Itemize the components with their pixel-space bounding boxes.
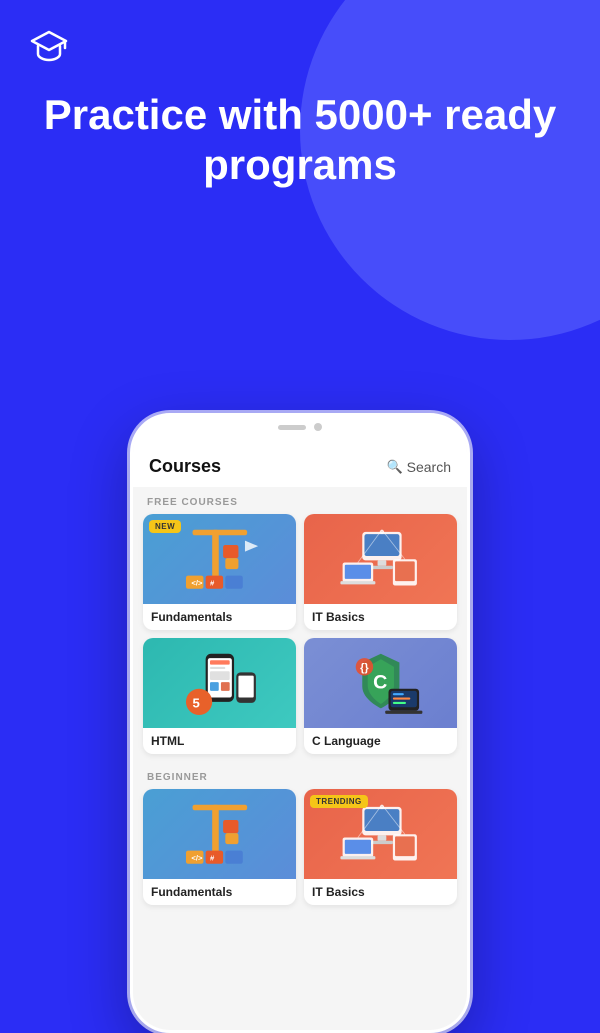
phone-notch bbox=[250, 416, 350, 438]
badge-trending: TRENDING bbox=[310, 795, 368, 808]
svg-text:</>: </> bbox=[191, 853, 203, 862]
course-card-itbasics2[interactable]: TRENDING bbox=[304, 789, 457, 905]
app-logo bbox=[30, 30, 570, 72]
search-button[interactable]: 🔍 Search bbox=[386, 459, 451, 475]
course-name-fundamentals2: Fundamentals bbox=[143, 879, 296, 905]
course-thumb-itbasics2: TRENDING bbox=[304, 789, 457, 879]
course-thumb-html: 5 bbox=[143, 638, 296, 728]
notch-bar bbox=[278, 425, 306, 430]
volume-up-button bbox=[130, 496, 132, 524]
course-name-itbasics2: IT Basics bbox=[304, 879, 457, 905]
course-card-itbasics[interactable]: IT Basics bbox=[304, 514, 457, 630]
course-thumb-fundamentals2: </> # bbox=[143, 789, 296, 879]
mute-button bbox=[130, 471, 132, 491]
course-card-fundamentals2[interactable]: </> # Fundamentals bbox=[143, 789, 296, 905]
course-card-clang[interactable]: C {} bbox=[304, 638, 457, 754]
free-courses-grid: NEW bbox=[133, 514, 467, 762]
course-name-html: HTML bbox=[143, 728, 296, 754]
phone-frame: Courses 🔍 Search FREE COURSES NEW bbox=[130, 413, 470, 1033]
course-card-html[interactable]: 5 HTML bbox=[143, 638, 296, 754]
badge-new: NEW bbox=[149, 520, 181, 533]
section-label-free: FREE COURSES bbox=[133, 487, 467, 514]
section-label-beginner: BEGINNER bbox=[133, 762, 467, 789]
course-thumb-fundamentals: NEW bbox=[143, 514, 296, 604]
svg-text:#: # bbox=[210, 853, 215, 862]
power-button bbox=[468, 516, 470, 556]
course-card-fundamentals[interactable]: NEW bbox=[143, 514, 296, 630]
search-label: Search bbox=[407, 459, 451, 475]
svg-text:#: # bbox=[210, 578, 215, 587]
svg-text:{}: {} bbox=[360, 662, 369, 674]
screen-header: Courses 🔍 Search bbox=[133, 440, 467, 487]
notch-camera bbox=[314, 423, 322, 431]
svg-text:C: C bbox=[373, 671, 387, 693]
phone-mockup: Courses 🔍 Search FREE COURSES NEW bbox=[130, 413, 470, 1033]
screen-title: Courses bbox=[149, 456, 221, 477]
phone-screen: Courses 🔍 Search FREE COURSES NEW bbox=[133, 440, 467, 1030]
hero-title: Practice with 5000+ ready programs bbox=[30, 90, 570, 191]
course-name-itbasics: IT Basics bbox=[304, 604, 457, 630]
header: Practice with 5000+ ready programs bbox=[0, 0, 600, 191]
search-icon: 🔍 bbox=[386, 459, 402, 475]
course-thumb-itbasics bbox=[304, 514, 457, 604]
volume-down-button bbox=[130, 534, 132, 562]
course-name-fundamentals: Fundamentals bbox=[143, 604, 296, 630]
svg-text:</>: </> bbox=[191, 578, 203, 587]
course-name-clang: C Language bbox=[304, 728, 457, 754]
svg-text:5: 5 bbox=[192, 695, 199, 710]
course-thumb-clang: C {} bbox=[304, 638, 457, 728]
beginner-courses-grid: </> # Fundamentals TRENDING bbox=[133, 789, 467, 913]
